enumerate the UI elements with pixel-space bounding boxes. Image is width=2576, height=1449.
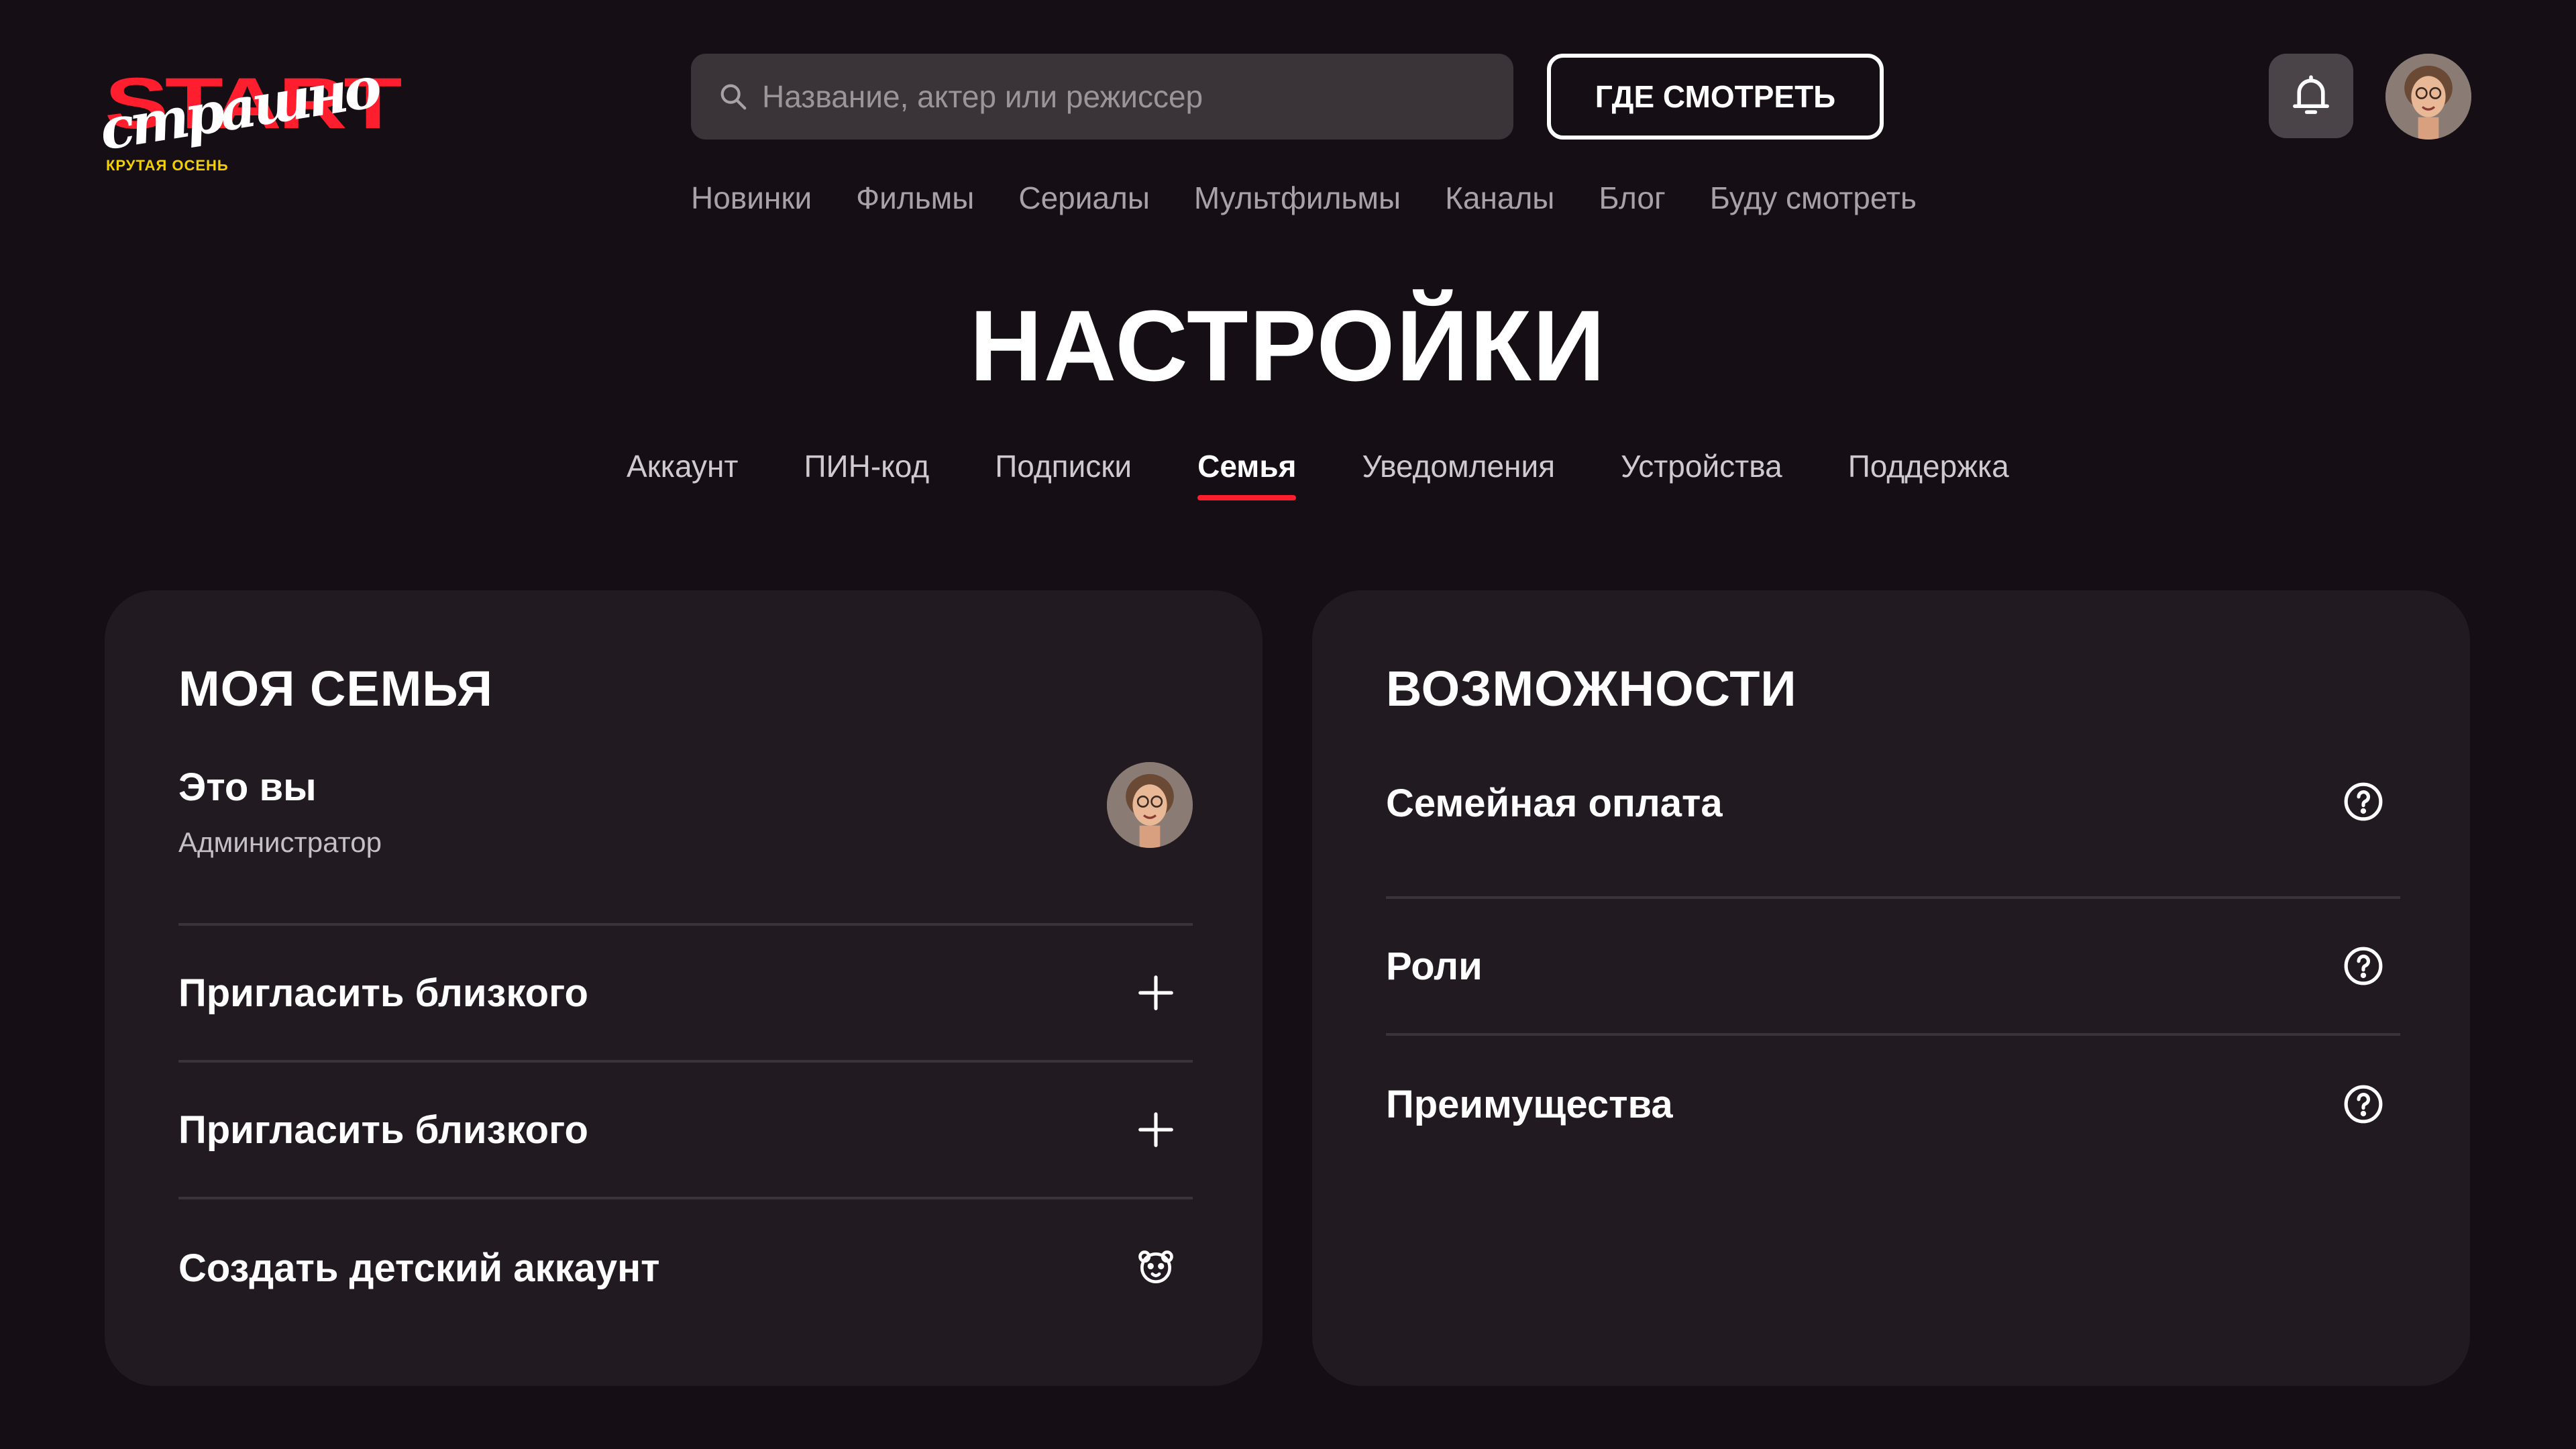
tab-subscriptions[interactable]: Подписки xyxy=(995,448,1132,500)
tab-support[interactable]: Поддержка xyxy=(1848,448,2009,500)
features-card: ВОЗМОЖНОСТИ Семейная оплата Роли Преимущ… xyxy=(1312,590,2470,1386)
tab-account[interactable]: Аккаунт xyxy=(627,448,738,500)
create-kids-account-row[interactable]: Создать детский аккаунт xyxy=(178,1199,1193,1336)
nav-item-series[interactable]: Сериалы xyxy=(1018,180,1150,216)
where-to-watch-button[interactable]: ГДЕ СМОТРЕТЬ xyxy=(1547,54,1884,140)
family-card: МОЯ СЕМЬЯ Это вы Администратор Пригласит… xyxy=(105,590,1263,1386)
help-icon[interactable] xyxy=(2343,781,2384,822)
nav-item-new[interactable]: Новинки xyxy=(691,180,812,216)
nav-item-movies[interactable]: Фильмы xyxy=(856,180,974,216)
help-icon[interactable] xyxy=(2343,945,2384,987)
tab-devices[interactable]: Устройства xyxy=(1621,448,1782,500)
search-bar[interactable] xyxy=(691,54,1513,140)
profile-avatar[interactable] xyxy=(2385,54,2471,140)
page-title: НАСТРОЙКИ xyxy=(969,289,1607,402)
roles-label: Роли xyxy=(1386,944,1483,988)
logo-subtitle: КРУТАЯ ОСЕНЬ xyxy=(106,157,229,174)
search-input[interactable] xyxy=(762,78,1500,115)
roles-row[interactable]: Роли xyxy=(1386,899,2400,1036)
family-actions: Пригласить близкого Пригласить близкого … xyxy=(178,926,1193,1336)
invite-relative-row[interactable]: Пригласить близкого xyxy=(178,926,1193,1063)
benefits-row[interactable]: Преимущества xyxy=(1386,1036,2400,1173)
notifications-button[interactable] xyxy=(2269,54,2353,138)
plus-icon[interactable] xyxy=(1135,972,1177,1014)
tab-family[interactable]: Семья xyxy=(1197,448,1297,500)
benefits-label: Преимущества xyxy=(1386,1082,1673,1126)
nav-item-channels[interactable]: Каналы xyxy=(1445,180,1554,216)
bell-icon xyxy=(2293,75,2329,114)
features-list: Семейная оплата Роли Преимущества xyxy=(1386,714,2400,1173)
family-payment-row[interactable]: Семейная оплата xyxy=(1386,714,2400,899)
plus-icon[interactable] xyxy=(1135,1109,1177,1150)
create-kids-account-label: Создать детский аккаунт xyxy=(178,1246,660,1290)
invite-relative-label: Пригласить близкого xyxy=(178,1108,588,1152)
nav-item-cartoons[interactable]: Мультфильмы xyxy=(1194,180,1401,216)
invite-relative-label: Пригласить близкого xyxy=(178,971,588,1015)
help-icon[interactable] xyxy=(2343,1083,2384,1125)
invite-relative-row[interactable]: Пригласить близкого xyxy=(178,1063,1193,1199)
settings-page: START страшно КРУТАЯ ОСЕНЬ ГДЕ СМОТРЕТЬ … xyxy=(0,0,2576,1449)
tab-notifications[interactable]: Уведомления xyxy=(1362,448,1555,500)
start-logo[interactable]: START страшно КРУТАЯ ОСЕНЬ xyxy=(95,54,413,181)
current-user-avatar xyxy=(1107,762,1193,848)
search-icon xyxy=(720,84,747,110)
main-nav: Новинки Фильмы Сериалы Мультфильмы Канал… xyxy=(691,180,1917,216)
features-card-title: ВОЗМОЖНОСТИ xyxy=(1386,661,1797,716)
tab-pin[interactable]: ПИН-код xyxy=(804,448,929,500)
current-user-name: Это вы xyxy=(178,765,317,809)
family-payment-label: Семейная оплата xyxy=(1386,782,1723,825)
avatar-image xyxy=(1107,762,1193,848)
bear-icon[interactable] xyxy=(1135,1247,1177,1289)
nav-item-blog[interactable]: Блог xyxy=(1599,180,1665,216)
avatar-image xyxy=(2385,54,2471,140)
current-user-role: Администратор xyxy=(178,826,382,858)
settings-tabs: Аккаунт ПИН-код Подписки Семья Уведомлен… xyxy=(627,448,2009,500)
family-card-title: МОЯ СЕМЬЯ xyxy=(178,661,493,716)
current-user-row: Это вы Администратор xyxy=(178,714,1193,926)
nav-item-watchlist[interactable]: Буду смотреть xyxy=(1710,180,1917,216)
